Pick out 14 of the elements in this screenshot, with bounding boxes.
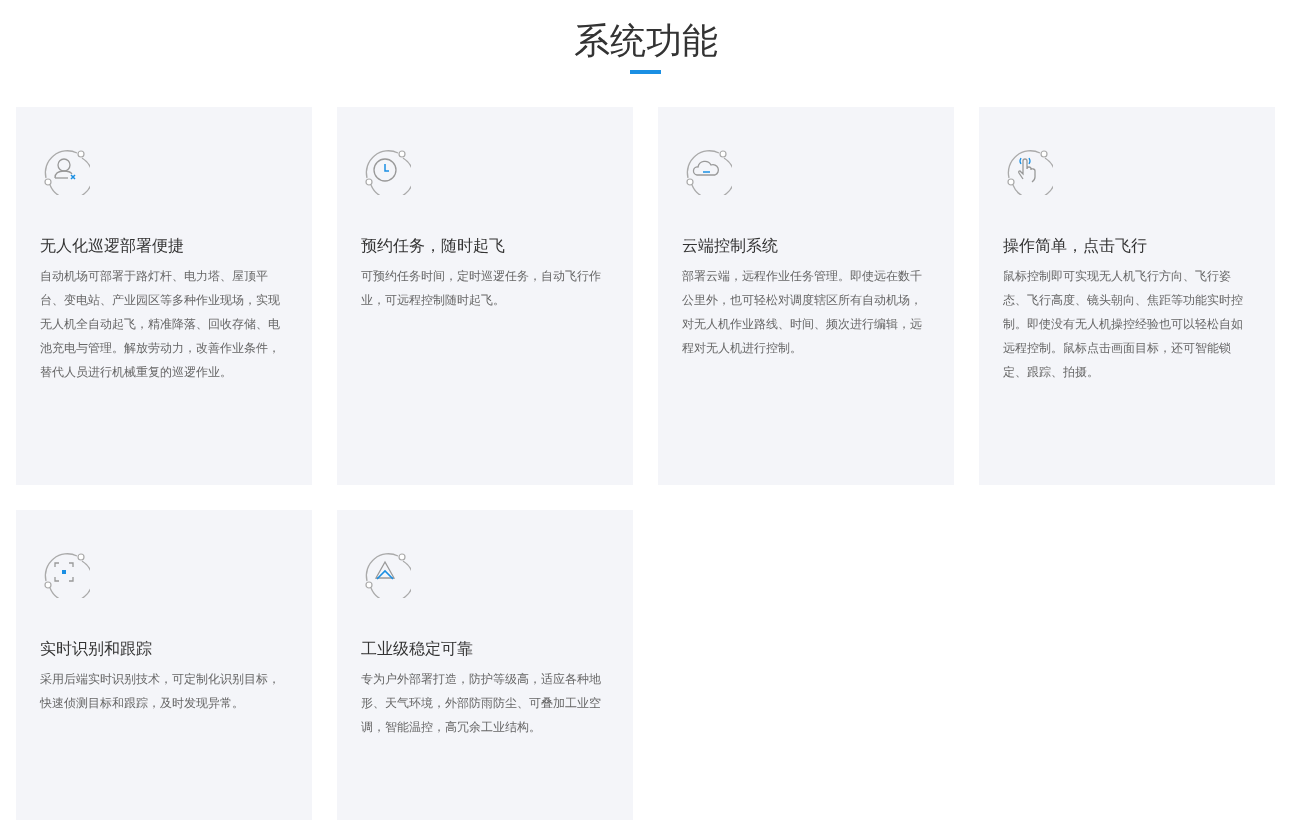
- feature-description: 自动机场可部署于路灯杆、电力塔、屋顶平台、变电站、产业园区等多种作业现场，实现无人机全自动起飞，精准降落、回收存储、电池充电与管理。解放劳动力，改善作业条件，替代人员进行机械重复的巡逻作业。: [40, 268, 281, 381]
- feature-title: 操作简单，点击飞行: [1003, 235, 1148, 257]
- feature-title: 云端控制系统: [682, 235, 779, 257]
- feature-description: 专为户外部署打造，防护等级高，适应各种地形、天气环境，外部防雨防尘、可叠加工业空调，智能温控，高冗余工业结构。: [361, 671, 602, 736]
- title-underline: [630, 70, 661, 74]
- feature-description: 部署云端，远程作业任务管理。即使远在数千公里外，也可轻松对调度辖区所有自动机场，对无人机作业路线、时间、频次进行编辑，远程对无人机进行控制。: [682, 268, 923, 357]
- section-title: 系统功能: [573, 19, 718, 63]
- feature-description: 采用后端实时识别技术，可定制化识别目标，快速侦测目标和跟踪，及时发现异常。: [40, 671, 281, 712]
- feature-title: 实时识别和跟踪: [40, 638, 153, 660]
- feature-title: 无人化巡逻部署便捷: [40, 235, 185, 257]
- feature-description: 鼠标控制即可实现无人机飞行方向、飞行姿态、飞行高度、镜头朝向、焦距等功能实时控制。即使没有无人机操控经验也可以轻松自如远程控制。鼠标点击画面目标，还可智能锁定、跟踪、拍摄。: [1003, 268, 1244, 381]
- feature-description: 可预约任务时间，定时巡逻任务，自动飞行作业，可远程控制随时起飞。: [361, 268, 602, 309]
- feature-title: 预约任务，随时起飞: [361, 235, 506, 257]
- feature-title: 工业级稳定可靠: [361, 638, 474, 660]
